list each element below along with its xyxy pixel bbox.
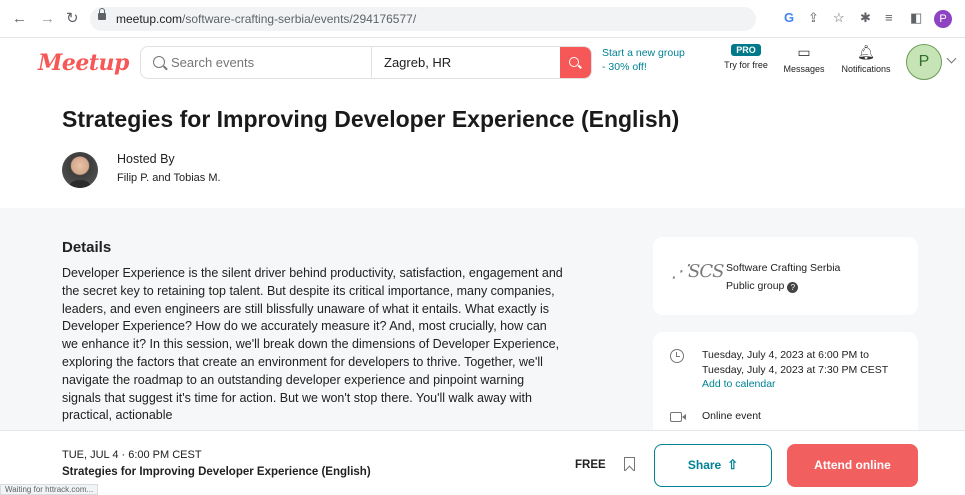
search-icon [153,56,165,68]
share-page-icon[interactable]: ⇪ [808,10,819,26]
add-to-calendar-link[interactable]: Add to calendar [702,378,776,390]
sticky-footer: TUE, JUL 4 · 6:00 PM CEST Strategies for… [0,430,965,495]
messages-button[interactable]: ▭ Messages [780,44,828,74]
location-input[interactable]: Zagreb, HR [384,55,451,70]
url-text: meetup.com/software-crafting-serbia/even… [116,12,417,26]
lock-icon [98,8,106,20]
chevron-down-icon[interactable] [946,53,957,64]
pro-try-button[interactable]: PRO Try for free [722,44,770,70]
back-arrow-icon[interactable]: ← [12,10,27,28]
browser-profile-avatar[interactable]: P [934,10,952,28]
price-label: FREE [575,459,606,471]
forward-arrow-icon[interactable]: → [40,10,55,28]
notifications-label: Notifications [841,64,891,74]
pro-badge: PRO [731,44,761,56]
search-submit-icon [569,57,579,67]
help-icon[interactable]: ? [787,282,799,293]
group-card[interactable]: ⋰SCS Software Crafting Serbia Public gro… [653,237,918,315]
google-icon[interactable]: G [784,10,794,25]
user-avatar[interactable]: P [906,44,942,80]
chat-bubble-icon: ▭ [797,44,811,60]
messages-label: Messages [783,64,825,74]
notifications-button[interactable]: 🔔︎ Notifications [838,44,894,74]
site-header: Meetup Search events Zagreb, HR Start a … [0,38,965,86]
event-description: Developer Experience is the silent drive… [62,266,563,423]
address-bar[interactable]: meetup.com/software-crafting-serbia/even… [90,7,756,31]
host-avatar[interactable] [62,152,98,188]
bookmark-icon[interactable] [624,457,635,471]
group-type: Public group? [726,280,799,293]
search-divider [371,47,372,78]
host-names[interactable]: Filip P. and Tobias M. [117,172,221,184]
side-panel-icon[interactable]: ◧ [910,10,922,26]
reload-icon[interactable]: ↻ [66,10,79,28]
share-icon: ⇧ [727,457,739,472]
share-button[interactable]: Share ⇧ [654,444,772,487]
pro-label: Try for free [724,60,768,70]
star-icon[interactable]: ☆ [833,10,845,26]
attend-online-button[interactable]: Attend online [787,444,918,487]
extensions-icon[interactable]: ✱ [860,10,871,26]
search-input[interactable]: Search events [171,55,254,70]
reading-list-icon[interactable]: ≡ [885,10,893,25]
search-bar: Search events Zagreb, HR [140,46,592,79]
event-datetime: Tuesday, July 4, 2023 at 6:00 PM to Tues… [702,349,889,376]
group-logo: ⋰SCS [671,261,724,282]
search-button[interactable] [560,47,591,78]
start-group-promo-link[interactable]: Start a new group - 30% off! [602,46,685,74]
clock-icon [670,349,684,363]
browser-toolbar: ← → ↻ meetup.com/software-crafting-serbi… [0,0,965,38]
browser-status-bar: Waiting for httrack.com... [0,484,99,495]
online-event-label: Online event [702,410,761,422]
bell-icon: 🔔︎ [857,44,875,60]
video-camera-icon [670,412,686,422]
details-heading: Details [62,239,112,256]
group-name[interactable]: Software Crafting Serbia [726,262,840,274]
meetup-logo[interactable]: Meetup [38,50,129,76]
footer-title: Strategies for Improving Developer Exper… [62,466,371,478]
footer-date: TUE, JUL 4 · 6:00 PM CEST [62,449,202,461]
event-title: Strategies for Improving Developer Exper… [62,106,680,132]
hosted-by-label: Hosted By [117,152,175,166]
